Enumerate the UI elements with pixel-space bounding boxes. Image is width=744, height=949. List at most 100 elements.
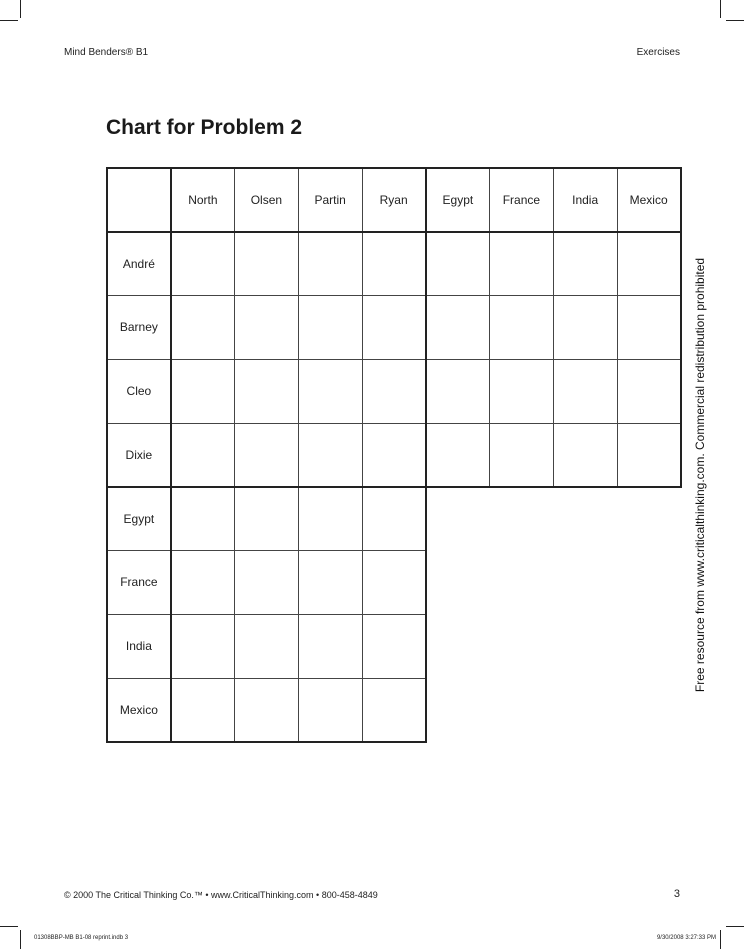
logic-grid: North Olsen Partin Ryan Egypt France Ind…	[106, 167, 682, 743]
grid-cell[interactable]	[489, 358, 554, 424]
footer-copyright: © 2000 The Critical Thinking Co.™ • www.…	[64, 890, 378, 900]
grid-cell[interactable]	[552, 230, 618, 296]
empty-space	[617, 487, 681, 551]
grid-row: France	[106, 550, 681, 615]
empty-space	[553, 614, 617, 678]
grid-cell[interactable]	[361, 550, 427, 615]
column-header: Partin	[297, 167, 363, 233]
grid-cell[interactable]	[169, 677, 235, 743]
grid-cell[interactable]	[361, 358, 427, 424]
header-row: North Olsen Partin Ryan Egypt France Ind…	[106, 167, 682, 233]
column-header: India	[552, 167, 618, 233]
grid-cell[interactable]	[616, 422, 682, 488]
grid-cell[interactable]	[424, 295, 490, 360]
empty-space	[553, 551, 617, 615]
grid-row: India	[106, 613, 681, 679]
row-header: André	[106, 230, 172, 296]
crop-mark	[20, 930, 21, 949]
row-header: Mexico	[106, 677, 172, 743]
crop-mark	[20, 0, 21, 18]
grid-cell[interactable]	[234, 358, 299, 424]
grid-cell[interactable]	[169, 295, 235, 360]
grid-cell[interactable]	[361, 485, 427, 551]
grid-cell[interactable]	[616, 295, 682, 360]
grid-cell[interactable]	[552, 358, 618, 424]
grid-cell[interactable]	[489, 295, 554, 360]
empty-space	[426, 678, 490, 742]
row-header: Egypt	[106, 485, 172, 551]
grid-cell[interactable]	[297, 550, 363, 615]
row-header: Dixie	[106, 422, 172, 488]
crop-mark	[726, 20, 744, 21]
crop-mark	[0, 926, 18, 927]
column-header: North	[169, 167, 235, 233]
page-number: 3	[673, 888, 680, 900]
print-slug-file: 01308BBP-MB B1-08 reprint.indb 3	[34, 935, 129, 941]
grid-cell[interactable]	[552, 422, 618, 488]
crop-mark	[720, 0, 721, 18]
grid-cell[interactable]	[169, 550, 235, 615]
grid-cell[interactable]	[297, 358, 363, 424]
print-slug-timestamp: 9/30/2008 3:27:33 PM	[656, 935, 716, 941]
grid-cell[interactable]	[361, 677, 427, 743]
empty-space	[426, 614, 490, 678]
grid-cell[interactable]	[297, 295, 363, 360]
grid-cell[interactable]	[169, 485, 235, 551]
grid-cell[interactable]	[169, 358, 235, 424]
empty-space	[553, 678, 617, 742]
grid-cell[interactable]	[361, 613, 427, 679]
grid-cell[interactable]	[297, 230, 363, 296]
grid-row: Mexico	[106, 677, 681, 743]
grid-cell[interactable]	[234, 677, 299, 743]
grid-cell[interactable]	[297, 485, 363, 551]
column-header: France	[489, 167, 554, 233]
crop-mark	[720, 930, 721, 949]
empty-space	[617, 678, 681, 742]
grid-cell[interactable]	[616, 358, 682, 424]
grid-cell[interactable]	[234, 230, 299, 296]
column-header: Ryan	[361, 167, 427, 233]
header-section: Exercises	[636, 47, 680, 58]
grid-cell[interactable]	[169, 422, 235, 488]
grid-cell[interactable]	[234, 613, 299, 679]
grid-cell[interactable]	[297, 677, 363, 743]
crop-mark	[0, 20, 18, 21]
grid-cell[interactable]	[361, 230, 427, 296]
grid-cell[interactable]	[424, 358, 490, 424]
grid-cell[interactable]	[424, 422, 490, 488]
grid-cell[interactable]	[297, 613, 363, 679]
grid-cell[interactable]	[552, 295, 618, 360]
empty-space	[553, 487, 617, 551]
corner-cell	[106, 167, 172, 233]
empty-space	[490, 614, 554, 678]
empty-space	[490, 551, 554, 615]
row-header: Cleo	[106, 358, 172, 424]
empty-space	[426, 487, 490, 551]
redistribution-notice: Free resource from www.criticalthinking.…	[693, 257, 707, 693]
grid-cell[interactable]	[234, 485, 299, 551]
empty-space	[490, 678, 554, 742]
empty-space	[490, 487, 554, 551]
grid-cell[interactable]	[234, 422, 299, 488]
grid-cell[interactable]	[361, 422, 427, 488]
page-title: Chart for Problem 2	[106, 116, 303, 139]
grid-cell[interactable]	[616, 230, 682, 296]
row-header: Barney	[106, 295, 172, 360]
grid-cell[interactable]	[297, 422, 363, 488]
empty-space	[426, 551, 490, 615]
grid-cell[interactable]	[489, 422, 554, 488]
column-header: Egypt	[424, 167, 490, 233]
grid-cell[interactable]	[234, 550, 299, 615]
grid-cell[interactable]	[489, 230, 554, 296]
grid-row: Cleo	[106, 358, 682, 424]
grid-cell[interactable]	[424, 230, 490, 296]
crop-mark	[726, 926, 744, 927]
grid-cell[interactable]	[361, 295, 427, 360]
column-header: Mexico	[616, 167, 682, 233]
grid-cell[interactable]	[169, 230, 235, 296]
column-header: Olsen	[234, 167, 299, 233]
grid-row: Barney	[106, 295, 682, 360]
row-header: France	[106, 550, 172, 615]
grid-cell[interactable]	[169, 613, 235, 679]
grid-cell[interactable]	[234, 295, 299, 360]
